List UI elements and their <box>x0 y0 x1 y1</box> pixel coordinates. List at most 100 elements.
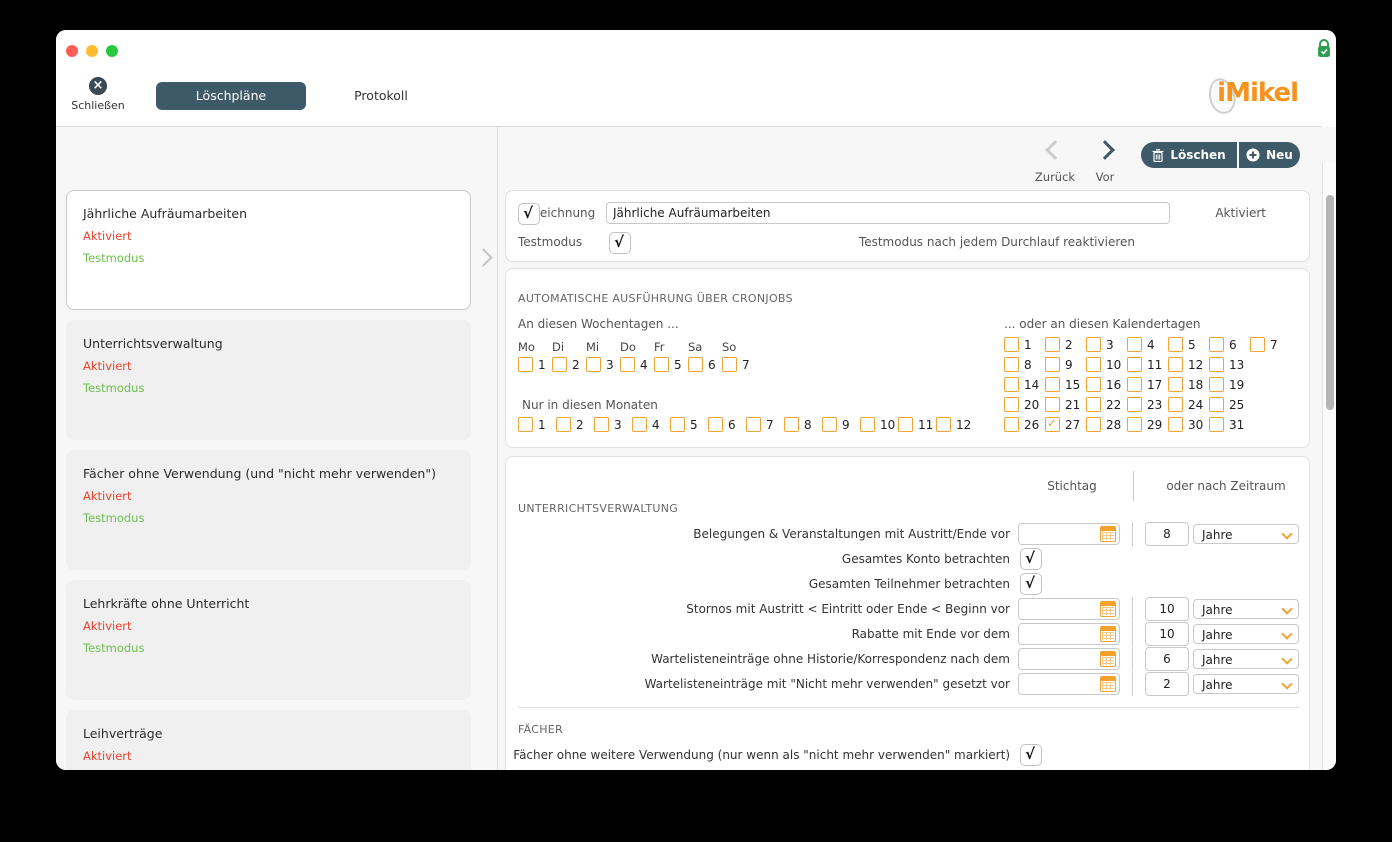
calendar-day-21-checkbox[interactable] <box>1045 397 1060 412</box>
calendar-day-5-checkbox[interactable] <box>1168 337 1183 352</box>
calendar-day-26-checkbox[interactable] <box>1004 417 1019 432</box>
scrollbar-thumb[interactable] <box>1326 195 1334 410</box>
date-input[interactable] <box>1018 523 1120 545</box>
month-4-checkbox[interactable] <box>632 417 647 432</box>
period-unit-select[interactable]: Jahre <box>1193 649 1299 669</box>
chevron-down-icon <box>1281 528 1292 539</box>
calendar-day-28-checkbox[interactable] <box>1086 417 1101 432</box>
plan-list-item-2[interactable]: Fächer ohne Verwendung (und "nicht mehr … <box>66 450 471 570</box>
calendar-day-23-number: 23 <box>1147 398 1162 412</box>
month-11-checkbox[interactable] <box>898 417 913 432</box>
calendar-day-2-checkbox[interactable] <box>1045 337 1060 352</box>
calendar-day-11-checkbox[interactable] <box>1127 357 1142 372</box>
month-12-checkbox[interactable] <box>936 417 951 432</box>
traffic-light-close[interactable] <box>66 45 78 57</box>
bezeichnung-input[interactable] <box>606 202 1170 224</box>
calendar-day-13-checkbox[interactable] <box>1209 357 1224 372</box>
settings-checkbox[interactable] <box>1020 548 1042 570</box>
tab-protokoll[interactable]: Protokoll <box>336 82 426 110</box>
month-8-checkbox[interactable] <box>784 417 799 432</box>
calendar-day-4-checkbox[interactable] <box>1127 337 1142 352</box>
weekday-2-checkbox[interactable] <box>552 357 567 372</box>
period-unit-select[interactable]: Jahre <box>1193 524 1299 544</box>
settings-checkbox[interactable] <box>1020 744 1042 766</box>
month-7-checkbox[interactable] <box>746 417 761 432</box>
month-6-checkbox[interactable] <box>708 417 723 432</box>
calendar-day-16-checkbox[interactable] <box>1086 377 1101 392</box>
plan-list-item-1[interactable]: UnterrichtsverwaltungAktiviertTestmodus <box>66 320 471 440</box>
uv-row-3: Stornos mit Austritt < Eintritt oder End… <box>506 596 1305 621</box>
tab-loeschplaene[interactable]: Löschpläne <box>156 82 306 110</box>
calendar-day-31-checkbox[interactable] <box>1209 417 1224 432</box>
period-unit-select[interactable]: Jahre <box>1193 624 1299 644</box>
month-2-checkbox[interactable] <box>556 417 571 432</box>
calendar-day-29-checkbox[interactable] <box>1127 417 1142 432</box>
calendar-day-3-checkbox[interactable] <box>1086 337 1101 352</box>
calendar-day-8-checkbox[interactable] <box>1004 357 1019 372</box>
calendar-day-20-checkbox[interactable] <box>1004 397 1019 412</box>
settings-row-label: Rabatte mit Ende vor dem <box>506 627 1018 641</box>
weekday-3-checkbox[interactable] <box>586 357 601 372</box>
aktiviert-checkbox[interactable] <box>518 203 540 225</box>
weekday-1-checkbox[interactable] <box>518 357 533 372</box>
calendar-day-15-checkbox[interactable] <box>1045 377 1060 392</box>
month-10-checkbox[interactable] <box>860 417 875 432</box>
plan-list-item-3[interactable]: Lehrkräfte ohne UnterrichtAktiviertTestm… <box>66 580 471 700</box>
calendar-day-30-checkbox[interactable] <box>1168 417 1183 432</box>
calendar-day-9-checkbox[interactable] <box>1045 357 1060 372</box>
calendar-day-6-checkbox[interactable] <box>1209 337 1224 352</box>
settings-checkbox[interactable] <box>1020 573 1042 595</box>
period-value-input[interactable] <box>1145 622 1189 646</box>
calendar-day-18-checkbox[interactable] <box>1168 377 1183 392</box>
calendar-day-14-checkbox[interactable] <box>1004 377 1019 392</box>
calendar-day-27-checkbox[interactable] <box>1045 417 1060 432</box>
traffic-light-zoom[interactable] <box>106 45 118 57</box>
plan-status-testmodus: Testmodus <box>83 251 455 265</box>
faecher-row-0: Fächer ohne weitere Verwendung (nur wenn… <box>506 742 1305 767</box>
weekday-name: Do <box>620 340 654 354</box>
forward-button[interactable]: Vor <box>1081 139 1129 184</box>
scrollbar[interactable] <box>1322 163 1336 770</box>
calendar-day-19-checkbox[interactable] <box>1209 377 1224 392</box>
date-input[interactable] <box>1018 598 1120 620</box>
month-3-checkbox[interactable] <box>594 417 609 432</box>
calendar-day-3: 3 <box>1086 337 1127 352</box>
calendar-day-7-checkbox[interactable] <box>1250 337 1265 352</box>
date-input[interactable] <box>1018 673 1120 695</box>
weekday-5-checkbox[interactable] <box>654 357 669 372</box>
calendar-day-25: 25 <box>1209 397 1250 412</box>
period-value-input[interactable] <box>1145 522 1189 546</box>
calendar-day-10-checkbox[interactable] <box>1086 357 1101 372</box>
month-1-checkbox[interactable] <box>518 417 533 432</box>
calendar-day-25-checkbox[interactable] <box>1209 397 1224 412</box>
calendar-day-17-checkbox[interactable] <box>1127 377 1142 392</box>
weekday-6-checkbox[interactable] <box>688 357 703 372</box>
period-unit-select[interactable]: Jahre <box>1193 599 1299 619</box>
period-value-input[interactable] <box>1145 647 1189 671</box>
delete-button[interactable]: Löschen <box>1141 142 1237 168</box>
month-9-checkbox[interactable] <box>822 417 837 432</box>
uv-row-6: Wartelisteneinträge mit "Nicht mehr verw… <box>506 671 1305 696</box>
weekday-7-checkbox[interactable] <box>722 357 737 372</box>
period-value-input[interactable] <box>1145 597 1189 621</box>
plan-list-item-4[interactable]: LeihverträgeAktiviertTestmodus <box>66 710 471 770</box>
calendar-day-16-number: 16 <box>1106 378 1121 392</box>
period-unit-select[interactable]: Jahre <box>1193 674 1299 694</box>
new-button[interactable]: Neu <box>1239 142 1300 168</box>
date-input[interactable] <box>1018 648 1120 670</box>
back-button[interactable]: Zurück <box>1031 139 1079 184</box>
weekday-4-checkbox[interactable] <box>620 357 635 372</box>
plan-list-item-0[interactable]: Jährliche AufräumarbeitenAktiviertTestmo… <box>66 190 471 310</box>
close-button[interactable]: × Schließen <box>70 74 126 112</box>
calendar-day-24-checkbox[interactable] <box>1168 397 1183 412</box>
testmodus-checkbox[interactable] <box>609 232 631 254</box>
traffic-light-minimize[interactable] <box>86 45 98 57</box>
calendar-day-12-checkbox[interactable] <box>1168 357 1183 372</box>
plan-title: Leihverträge <box>83 726 455 741</box>
calendar-day-23-checkbox[interactable] <box>1127 397 1142 412</box>
date-input[interactable] <box>1018 623 1120 645</box>
period-value-input[interactable] <box>1145 672 1189 696</box>
calendar-day-1-checkbox[interactable] <box>1004 337 1019 352</box>
month-5-checkbox[interactable] <box>670 417 685 432</box>
calendar-day-22-checkbox[interactable] <box>1086 397 1101 412</box>
